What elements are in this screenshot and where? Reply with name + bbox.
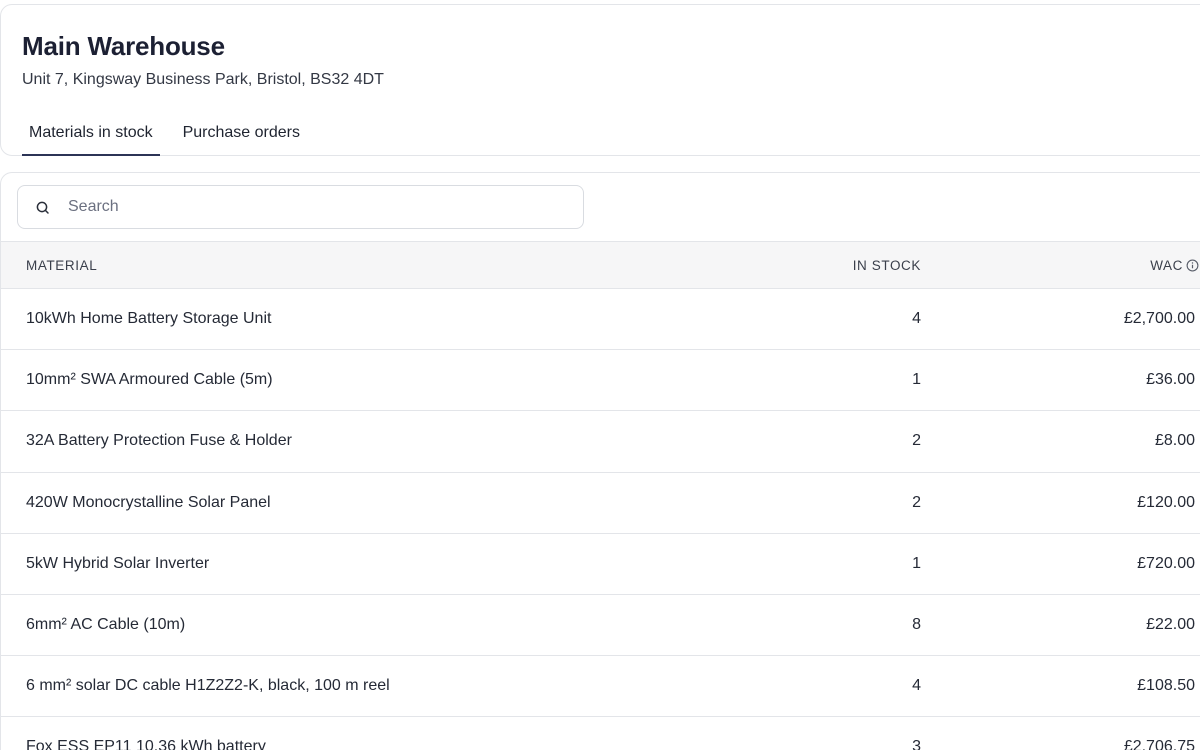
tab-materials-in-stock[interactable]: Materials in stock: [22, 110, 160, 156]
search-icon: [36, 201, 49, 214]
search-input[interactable]: [68, 186, 568, 228]
table-row[interactable]: 420W Monocrystalline Solar Panel 2 £120.…: [1, 473, 1200, 534]
info-icon[interactable]: [1186, 259, 1199, 272]
column-header-in-stock[interactable]: IN STOCK: [761, 258, 921, 273]
column-header-wac-label: WAC: [1150, 258, 1183, 273]
in-stock-count: 3: [912, 738, 921, 750]
table-row[interactable]: 10kWh Home Battery Storage Unit 4 £2,700…: [1, 289, 1200, 351]
column-header-material[interactable]: MATERIAL: [26, 258, 97, 273]
in-stock-count: 1: [912, 554, 921, 572]
materials-table-card: MATERIAL IN STOCK WAC 10kWh Home Battery…: [0, 172, 1200, 750]
material-name: 5kW Hybrid Solar Inverter: [26, 554, 210, 572]
warehouse-address: Unit 7, Kingsway Business Park, Bristol,…: [22, 71, 384, 88]
wac-value: £22.00: [1146, 615, 1195, 633]
table-row[interactable]: 5kW Hybrid Solar Inverter 1 £720.00: [1, 534, 1200, 595]
tab-bar: Materials in stock Purchase orders: [22, 110, 323, 156]
wac-value: £108.50: [1137, 677, 1195, 695]
in-stock-count: 4: [912, 310, 921, 327]
table-row[interactable]: 10mm² SWA Armoured Cable (5m) 1 £36.00: [1, 350, 1200, 412]
table-row[interactable]: 32A Battery Protection Fuse & Holder 2 £…: [1, 411, 1200, 473]
material-name: 10kWh Home Battery Storage Unit: [26, 310, 272, 327]
wac-value: £36.00: [1146, 371, 1195, 389]
table-row[interactable]: Fox ESS EP11 10.36 kWh battery 3 £2,706.…: [1, 717, 1200, 750]
material-name: 6 mm² solar DC cable H1Z2Z2-K, black, 10…: [26, 677, 390, 695]
table-header: MATERIAL IN STOCK WAC: [1, 241, 1200, 289]
material-name: 10mm² SWA Armoured Cable (5m): [26, 371, 273, 389]
material-name: 6mm² AC Cable (10m): [26, 615, 186, 633]
wac-value: £720.00: [1137, 554, 1195, 572]
page-title: Main Warehouse: [22, 31, 225, 61]
search-box[interactable]: [17, 185, 584, 229]
in-stock-count: 2: [912, 493, 921, 511]
wac-value: £120.00: [1137, 493, 1195, 511]
wac-value: £2,706.75: [1123, 738, 1195, 750]
in-stock-count: 1: [912, 371, 921, 389]
material-name: 32A Battery Protection Fuse & Holder: [26, 432, 292, 450]
in-stock-count: 8: [912, 615, 921, 633]
table-body: 10kWh Home Battery Storage Unit 4 £2,700…: [1, 289, 1200, 750]
material-name: Fox ESS EP11 10.36 kWh battery: [26, 738, 266, 750]
column-header-wac[interactable]: WAC: [1021, 258, 1199, 273]
in-stock-count: 2: [912, 432, 921, 450]
material-name: 420W Monocrystalline Solar Panel: [26, 493, 271, 511]
in-stock-count: 4: [912, 677, 921, 695]
wac-value: £2,700.00: [1123, 310, 1195, 327]
warehouse-header-card: Main Warehouse Unit 7, Kingsway Business…: [0, 4, 1200, 156]
tab-purchase-orders[interactable]: Purchase orders: [176, 110, 307, 156]
table-row[interactable]: 6mm² AC Cable (10m) 8 £22.00: [1, 595, 1200, 657]
wac-value: £8.00: [1154, 432, 1195, 450]
table-row[interactable]: 6 mm² solar DC cable H1Z2Z2-K, black, 10…: [1, 656, 1200, 718]
